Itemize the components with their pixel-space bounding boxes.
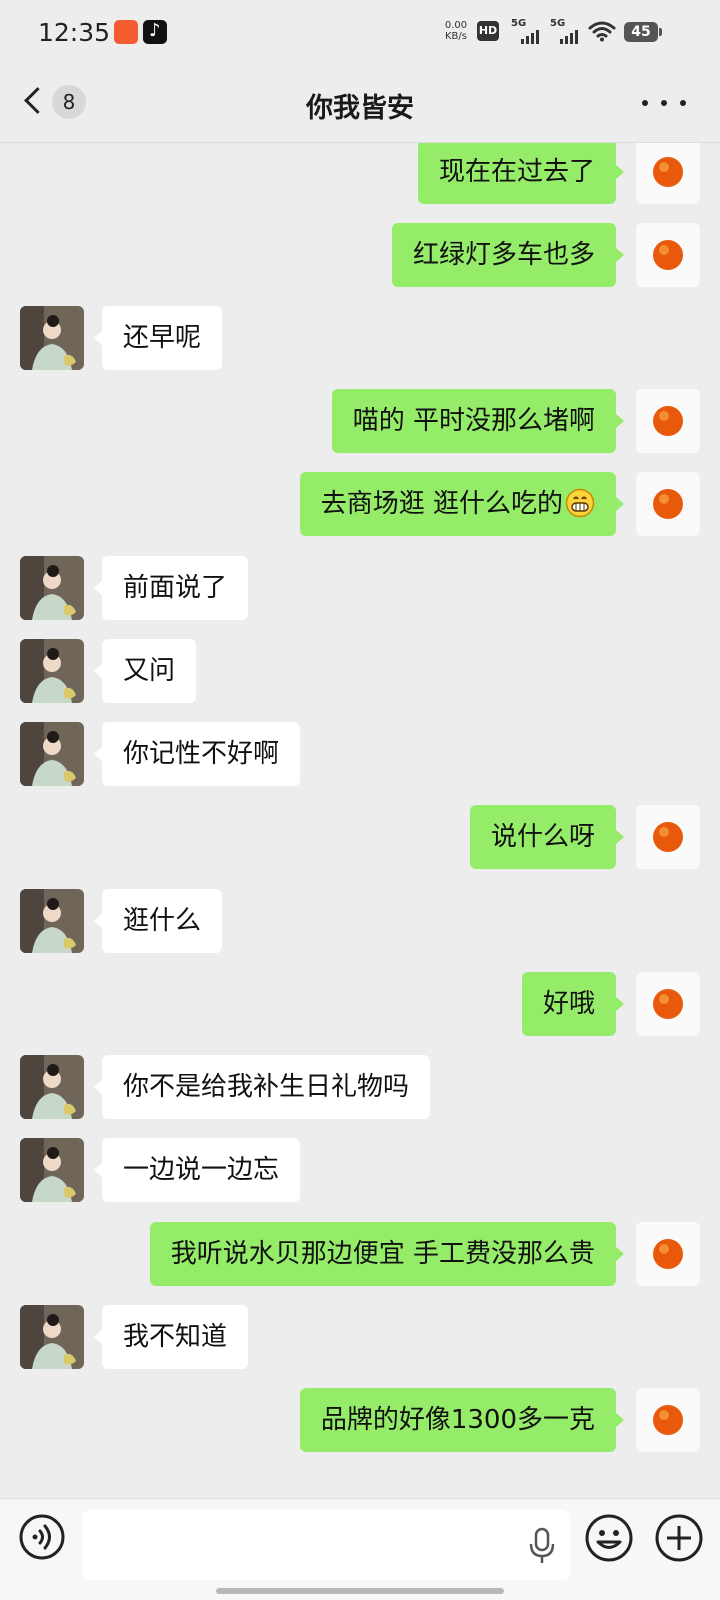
message-bubble-incoming[interactable]: 一边说一边忘 [93,1138,301,1202]
signal-icon: 5G [511,18,551,44]
message-bubble-outgoing[interactable]: 品牌的好像1300多一克 [299,1388,625,1452]
wifi-icon [588,21,616,42]
avatar[interactable] [636,472,700,536]
network-speed: 0.00 KB/s [442,20,470,42]
avatar[interactable] [20,1305,84,1369]
message-row: 喵的 平时没那么堵啊 [0,389,720,453]
network-speed-value: 0.00 [444,20,468,31]
message-row: 去商场逛 逛什么吃的 [0,472,720,536]
message-list[interactable]: 现在在过去了 红绿灯多车也多 还早呢 喵的 平时没那么堵啊 去商场逛 逛什么吃的… [0,143,720,1498]
more-dots-icon [642,100,648,106]
avatar[interactable] [636,223,700,287]
message-row: 一边说一边忘 [0,1138,720,1202]
message-bubble-outgoing[interactable]: 说什么呀 [469,805,625,869]
grinning-face-emoji-icon [565,488,595,517]
status-bar: 12:35 0.00 KB/s HD 5G 5G 45 [0,0,720,64]
hd-icon: HD [477,21,499,41]
chat-header: 8 你我皆安 [0,64,720,143]
signal-icon: 5G [550,18,590,44]
message-row: 还早呢 [0,306,720,370]
back-button[interactable]: 8 [18,82,90,124]
battery-icon: 45 [624,22,662,42]
avatar[interactable] [20,639,84,703]
emoji-icon[interactable] [584,1513,634,1563]
message-row: 你记性不好啊 [0,722,720,786]
signal-label: 5G [511,18,527,29]
more-options-button[interactable] [642,92,686,114]
message-row: 好哦 [0,972,720,1036]
message-row: 现在在过去了 [0,143,720,204]
avatar[interactable] [636,805,700,869]
message-bubble-outgoing[interactable]: 现在在过去了 [417,143,625,204]
message-row: 说什么呀 [0,805,720,869]
unread-count-badge: 8 [52,85,86,119]
message-bubble-incoming[interactable]: 你不是给我补生日礼物吗 [93,1055,431,1119]
avatar[interactable] [20,889,84,953]
message-bubble-incoming[interactable]: 还早呢 [93,306,223,370]
chat-title: 你我皆安 [306,93,414,124]
avatar[interactable] [636,1222,700,1286]
avatar[interactable] [20,306,84,370]
avatar[interactable] [636,1388,700,1452]
network-speed-unit: KB/s [445,31,467,42]
message-row: 前面说了 [0,556,720,620]
avatar[interactable] [636,143,700,204]
home-indicator[interactable] [216,1588,504,1594]
message-bubble-outgoing[interactable]: 去商场逛 逛什么吃的 [299,472,625,536]
voice-icon[interactable] [18,1513,66,1561]
avatar[interactable] [20,722,84,786]
chat-screen: 12:35 0.00 KB/s HD 5G 5G 45 8 你我皆安 [0,0,720,1600]
avatar[interactable] [636,389,700,453]
message-row: 品牌的好像1300多一克 [0,1388,720,1452]
message-bubble-incoming[interactable]: 我不知道 [93,1305,249,1369]
avatar[interactable] [20,1138,84,1202]
message-input[interactable] [82,1510,570,1580]
message-row: 我听说水贝那边便宜 手工费没那么贵 [0,1222,720,1286]
message-bubble-outgoing[interactable]: 喵的 平时没那么堵啊 [331,389,625,453]
message-row: 你不是给我补生日礼物吗 [0,1055,720,1119]
message-bubble-incoming[interactable]: 逛什么 [93,889,223,953]
message-row: 逛什么 [0,889,720,953]
avatar[interactable] [636,972,700,1036]
message-bubble-incoming[interactable]: 你记性不好啊 [93,722,301,786]
avatar[interactable] [20,1055,84,1119]
message-row: 红绿灯多车也多 [0,223,720,287]
message-bubble-incoming[interactable]: 又问 [93,639,197,703]
message-text: 去商场逛 逛什么吃的 [320,489,563,519]
chevron-left-icon [24,87,51,114]
message-row: 又问 [0,639,720,703]
plus-icon[interactable] [654,1513,704,1563]
status-time: 12:35 [38,18,111,47]
message-row: 我不知道 [0,1305,720,1369]
message-bubble-outgoing[interactable]: 红绿灯多车也多 [391,223,625,287]
signal-label: 5G [550,18,566,29]
mic-icon[interactable] [527,1527,557,1565]
message-bubble-incoming[interactable]: 前面说了 [93,556,249,620]
notification-app-icon [114,20,138,44]
input-bar [0,1498,720,1600]
tiktok-icon [143,20,167,44]
avatar[interactable] [20,556,84,620]
message-bubble-outgoing[interactable]: 我听说水贝那边便宜 手工费没那么贵 [149,1222,625,1286]
message-bubble-outgoing[interactable]: 好哦 [521,972,625,1036]
